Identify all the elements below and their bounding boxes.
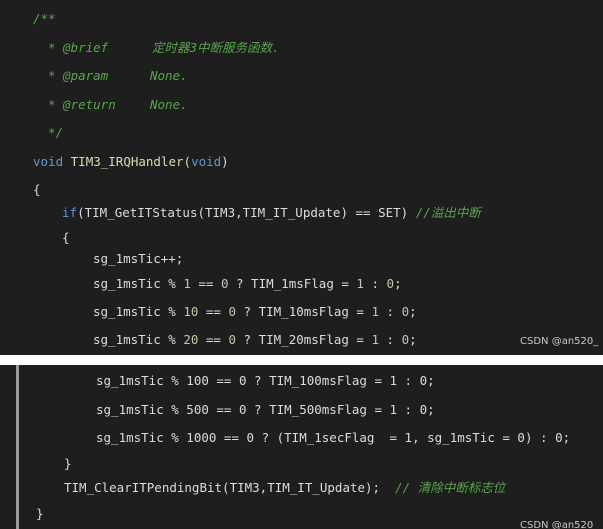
code-snippet-bottom: sg_1msTic % 100 == 0 ? TIM_100msFlag = 1… [0,365,603,529]
function-name: TIM3_IRQHandler( [70,154,192,169]
code-line-500ms: sg_1msTic % 500 == 0 ? TIM_500msFlag = 1… [96,402,435,417]
code-line-increment: sg_1msTic++; [93,251,184,266]
doc-comment-close: */ [48,125,64,140]
quote-bar [16,365,19,529]
code-line-1ms: sg_1msTic % 1 == 0 ? TIM_1msFlag = 1 : 0… [93,276,402,291]
if-brace-open: { [62,230,70,245]
code-line-1sec: sg_1msTic % 1000 == 0 ? (TIM_1secFlag = … [96,430,571,445]
doc-return-tag: * @return [48,97,116,112]
clear-pending-call: TIM_ClearITPendingBit(TIM3,TIM_IT_Update… [64,479,505,497]
code-line-10ms: sg_1msTic % 10 == 0 ? TIM_10msFlag = 1 :… [93,304,417,319]
watermark-top: CSDN @an520_ [520,336,599,347]
paren-close: ) [221,154,229,169]
function-signature: void TIM3_IRQHandler(void) [33,153,229,171]
code-snippet-top: /** * @brief 定时器3中断服务函数. * @param None. … [0,0,603,355]
keyword-if: if [62,205,78,220]
keyword-void: void [33,154,64,169]
brace-close: } [36,506,44,521]
if-brace-close: } [64,456,72,471]
param-void: void [191,154,222,169]
doc-brief-text: 定时器3中断服务函数. [152,40,280,55]
doc-return-text: None. [150,97,188,112]
watermark-bottom: CSDN @an520_ [520,520,599,529]
doc-param-text: None. [150,68,188,83]
code-line-100ms: sg_1msTic % 100 == 0 ? TIM_100msFlag = 1… [96,373,435,388]
if-statement: if(TIM_GetITStatus(TIM3,TIM_IT_Update) =… [62,204,481,222]
if-condition: (TIM_GetITStatus(TIM3,TIM_IT_Update) == … [77,205,409,220]
clear-pending-code: TIM_ClearITPendingBit(TIM3,TIM_IT_Update… [64,480,381,495]
clear-pending-comment: // 清除中断标志位 [395,480,506,495]
code-line-20ms: sg_1msTic % 20 == 0 ? TIM_20msFlag = 1 :… [93,332,417,347]
brace-open: { [33,182,41,197]
doc-brief-tag: * @brief [48,40,109,55]
doc-param-tag: * @param [48,68,109,83]
if-comment: //溢出中断 [415,205,481,220]
doc-comment-open: /** [33,11,56,26]
